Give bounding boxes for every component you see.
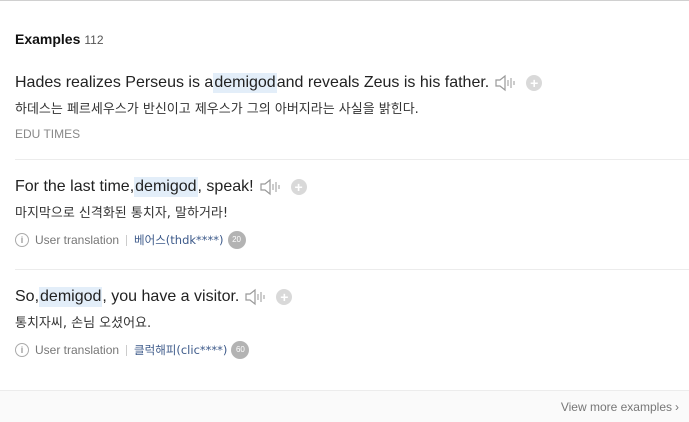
chevron-right-icon: › xyxy=(675,400,679,414)
speaker-icon[interactable] xyxy=(494,73,518,93)
translation-meta: i User translation 클럭해피(clic****) 60 xyxy=(15,341,689,359)
example-translation: 하데스는 페르세우스가 반신이고 제우스가 그의 아버지라는 사실을 밝힌다. xyxy=(15,102,419,117)
info-icon[interactable]: i xyxy=(15,343,29,357)
highlighted-word[interactable]: demigod xyxy=(134,177,198,197)
divider xyxy=(126,234,128,246)
example-translation: 마지막으로 신격화된 통치자, 말하거라! xyxy=(15,206,229,221)
examples-title: Examples xyxy=(15,31,81,47)
example-sentence: So, demigod, you have a visitor. + xyxy=(15,287,689,307)
add-to-wordbook-button[interactable]: + xyxy=(290,179,307,195)
sentence-text: , speak! xyxy=(197,178,254,195)
view-more-examples-link[interactable]: View more examples › xyxy=(561,400,679,414)
add-to-wordbook-button[interactable]: + xyxy=(526,75,543,91)
example-translation: 통치자씨, 손님 오셨어요. xyxy=(15,316,152,331)
user-link[interactable]: 클럭해피(clic****) xyxy=(134,342,227,358)
sentence-text: For the last time, xyxy=(15,178,135,195)
example-source: EDU TIMES xyxy=(15,127,81,141)
highlighted-word[interactable]: demigod xyxy=(213,73,277,93)
sentence-text: So, xyxy=(15,288,40,305)
view-more-label: View more examples xyxy=(560,400,672,414)
user-level-badge: 60 xyxy=(231,341,250,359)
example-item: So, demigod, you have a visitor. + 통치자씨,… xyxy=(15,287,689,377)
sentence-text: and reveals Zeus is his father. xyxy=(276,74,490,91)
speaker-icon[interactable] xyxy=(244,287,268,307)
sentence-text: Hades realizes Perseus is a xyxy=(15,74,214,91)
speaker-icon[interactable] xyxy=(259,177,283,197)
user-translation-label: User translation xyxy=(35,343,120,357)
translation-meta: i User translation 베어스(thdk****) 20 xyxy=(15,231,689,249)
example-item: For the last time, demigod, speak! + 마지막… xyxy=(15,177,689,270)
add-to-wordbook-button[interactable]: + xyxy=(276,289,293,305)
highlighted-word[interactable]: demigod xyxy=(39,287,103,307)
example-sentence: For the last time, demigod, speak! + xyxy=(15,177,689,197)
examples-header: Examples 112 xyxy=(15,31,104,49)
user-link[interactable]: 베어스(thdk****) xyxy=(134,232,223,248)
user-level-badge: 20 xyxy=(227,231,246,249)
top-divider xyxy=(0,0,689,1)
info-icon[interactable]: i xyxy=(15,233,29,247)
examples-count: 112 xyxy=(84,33,104,47)
user-translation-label: User translation xyxy=(35,233,120,247)
divider xyxy=(126,344,128,356)
example-sentence: Hades realizes Perseus is a demigod and … xyxy=(15,73,689,93)
example-item: Hades realizes Perseus is a demigod and … xyxy=(15,73,689,160)
examples-footer: View more examples › xyxy=(0,390,689,422)
sentence-text: , you have a visitor. xyxy=(102,288,240,305)
